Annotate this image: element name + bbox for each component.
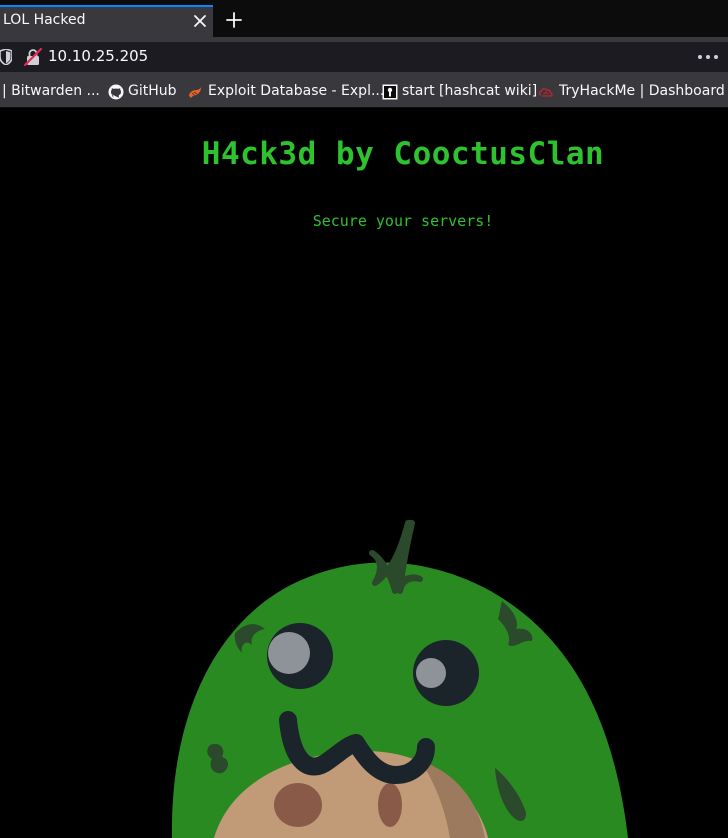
github-icon (108, 84, 124, 100)
tab-active[interactable]: LOL Hacked (0, 5, 213, 37)
more-icon[interactable] (697, 51, 719, 63)
tab-strip: LOL Hacked (0, 0, 728, 37)
bookmark-label: GitHub (128, 83, 177, 99)
page-headline: H4ck3d by CooctusClan (201, 136, 605, 172)
url-text[interactable]: 10.10.25.205 (48, 47, 148, 65)
tryhackme-icon (538, 88, 553, 97)
close-icon[interactable] (190, 11, 210, 31)
bookmark-exploit-database[interactable]: Exploit Database - Expl... (187, 83, 384, 103)
shield-icon[interactable] (0, 49, 12, 65)
exploit-db-icon (189, 87, 201, 98)
hashcat-icon (382, 84, 398, 100)
bookmark-github[interactable]: GitHub (108, 83, 178, 103)
bookmark-hashcat-wiki[interactable]: start [hashcat wiki] (382, 83, 537, 103)
plus-icon[interactable] (224, 10, 244, 30)
page-content: H4ck3d by CooctusClan Secure your server… (0, 108, 728, 838)
cactus-mascot-image (171, 520, 629, 838)
bookmark-label: | Bitwarden ... (2, 83, 100, 99)
bookmark-bitwarden[interactable]: | Bitwarden ... (2, 83, 100, 103)
url-bar[interactable]: 10.10.25.205 (0, 42, 728, 72)
nav-bar: 10.10.25.205 (0, 37, 728, 77)
bookmark-tryhackme[interactable]: TryHackMe | Dashboard (538, 83, 725, 103)
bookmark-label: Exploit Database - Expl... (208, 83, 385, 99)
page-subline: Secure your servers! (312, 212, 494, 230)
bookmark-label: TryHackMe | Dashboard (559, 83, 725, 99)
insecure-lock-icon[interactable] (24, 48, 42, 66)
bookmarks-toolbar: | Bitwarden ... GitHub Exploit Database … (0, 77, 728, 108)
tab-title: LOL Hacked (3, 12, 86, 28)
bookmark-label: start [hashcat wiki] (402, 83, 538, 99)
